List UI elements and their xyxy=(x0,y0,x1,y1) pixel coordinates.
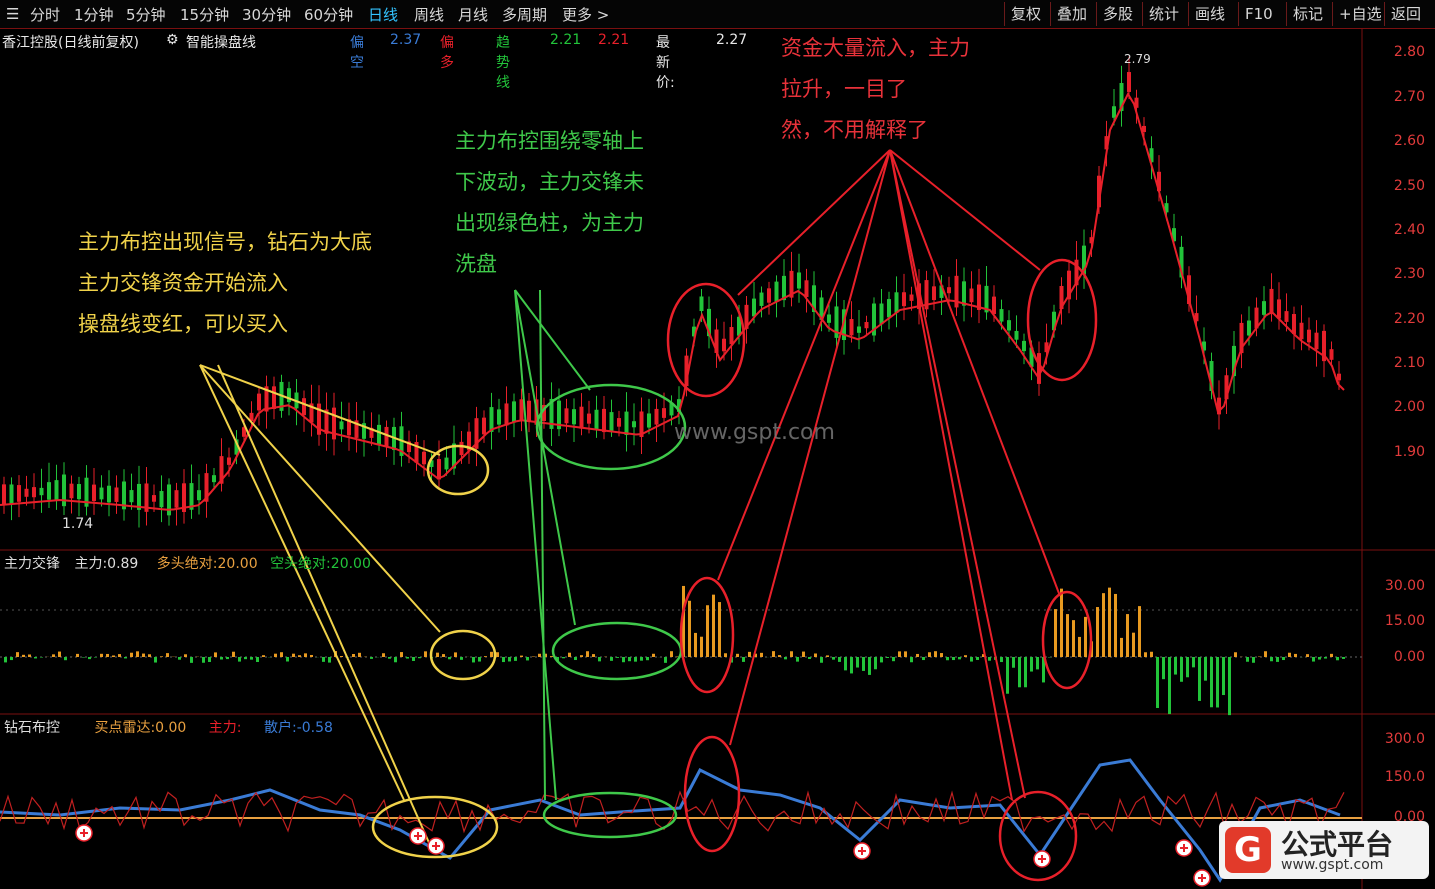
panel2-name: 主力交锋 xyxy=(4,556,60,572)
price-tick: 2.80 xyxy=(1393,44,1425,60)
panel2-tick: 15.00 xyxy=(1384,613,1425,629)
annotation-line: 出现绿色柱，为主力 xyxy=(455,211,644,235)
annotation-line: 资金大量流入，主力 xyxy=(781,36,970,60)
high-marker: 2.79 xyxy=(1124,52,1151,66)
panel3-buy-label: 买点雷达: xyxy=(94,720,156,736)
panel2-short-value: 20.00 xyxy=(330,556,371,572)
annotation-line: 主力交锋资金开始流入 xyxy=(78,271,288,295)
panel2-tick: 30.00 xyxy=(1384,578,1425,594)
annotation-line: 操盘线变红，可以买入 xyxy=(78,312,288,336)
panel2-long-value: 20.00 xyxy=(217,556,258,572)
price-tick: 2.10 xyxy=(1393,355,1425,371)
panel2-tick: 0.00 xyxy=(1393,649,1425,665)
annotation-line: 主力布控围绕零轴上 xyxy=(455,129,644,153)
panel3-main-label: 主力: xyxy=(208,720,242,736)
panel2-long-label: 多头绝对: xyxy=(156,556,218,572)
gspt-logo: G 公式平台 www.gspt.com xyxy=(1219,821,1429,879)
annotation-line: 然，不用解释了 xyxy=(781,118,928,142)
price-tick: 2.30 xyxy=(1393,266,1425,282)
panel3-retail-label: 散户: xyxy=(263,720,297,736)
panel2-header: 主力交锋 主力:0.89 多头绝对:20.00 空头绝对:20.00 xyxy=(4,553,371,573)
watermark: www.gspt.com xyxy=(674,420,835,445)
panel3-tick: 300.0 xyxy=(1384,731,1425,747)
price-tick: 2.70 xyxy=(1393,89,1425,105)
low-marker: 1.74 xyxy=(62,516,94,532)
panel2-main-label: 主力: xyxy=(74,556,108,572)
panel2-short-label: 空头绝对: xyxy=(270,556,331,572)
annotation-green: 主力布控围绕零轴上 下波动，主力交锋未 出现绿色柱，为主力 洗盘 xyxy=(455,121,644,285)
price-tick: 2.00 xyxy=(1393,399,1425,415)
annotation-red: 资金大量流入，主力 拉升，一目了 然，不用解释了 xyxy=(781,28,970,151)
annotation-line: 下波动，主力交锋未 xyxy=(455,170,644,194)
annotation-yellow: 主力布控出现信号，钻石为大底 主力交锋资金开始流入 操盘线变红，可以买入 xyxy=(78,222,372,345)
price-tick: 2.20 xyxy=(1393,311,1425,327)
panel3-tick: 150.0 xyxy=(1384,769,1425,785)
annotation-line: 主力布控出现信号，钻石为大底 xyxy=(78,230,372,254)
panel2-main-value: 0.89 xyxy=(107,556,139,572)
price-tick: 2.50 xyxy=(1393,178,1425,194)
panel3-buy-value: 0.00 xyxy=(155,720,187,736)
annotation-line: 拉升，一目了 xyxy=(781,77,907,101)
price-tick: 2.60 xyxy=(1393,133,1425,149)
logo-mark-icon: G xyxy=(1225,827,1271,873)
price-tick: 2.40 xyxy=(1393,222,1425,238)
panel3-header: 钻石布控 买点雷达:0.00 主力: 散户:-0.58 xyxy=(4,717,333,737)
price-tick: 1.90 xyxy=(1393,444,1425,460)
logo-url: www.gspt.com xyxy=(1281,857,1384,873)
panel3-name: 钻石布控 xyxy=(4,720,60,736)
panel3-retail-value: -0.58 xyxy=(296,720,333,736)
annotation-line: 洗盘 xyxy=(455,252,497,276)
